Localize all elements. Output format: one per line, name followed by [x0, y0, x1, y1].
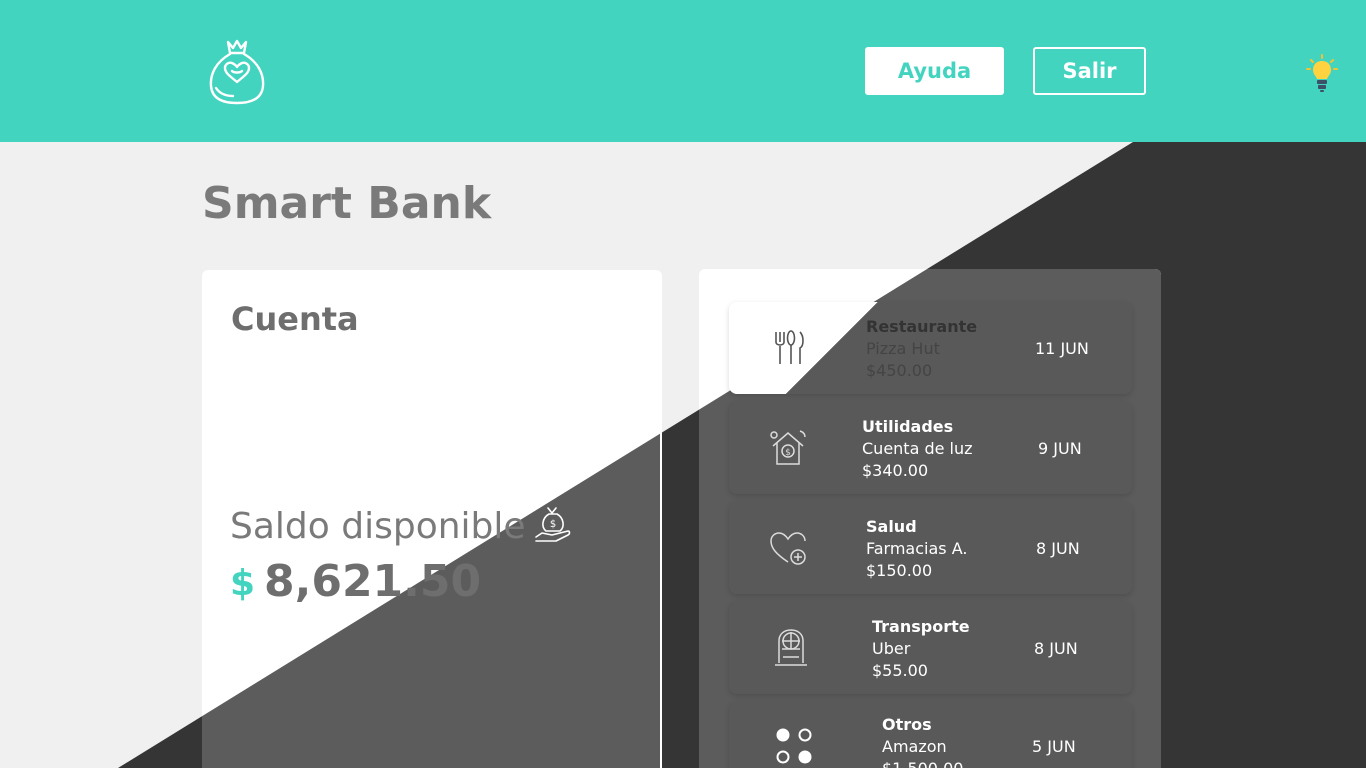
transaction-item[interactable]: Transporte Uber $55.00 8 JUN [729, 602, 1132, 694]
heart-plus-icon [770, 532, 806, 565]
utensils-icon [775, 330, 804, 364]
balance-label: Saldo disponible [230, 506, 526, 547]
transaction-category: Utilidades [862, 417, 954, 436]
transaction-amount: $450.00 [866, 361, 933, 380]
page-title: Smart Bank [202, 178, 492, 229]
transaction-category: Otros [882, 715, 932, 734]
transaction-category: Transporte [872, 617, 970, 636]
transaction-merchant: Farmacias A. [866, 539, 968, 558]
transaction-item[interactable]: Restaurante Pizza Hut $450.00 11 JUN [729, 302, 1132, 394]
money-bag-heart-icon[interactable] [206, 38, 268, 106]
transaction-item[interactable]: Salud Farmacias A. $150.00 8 JUN [729, 502, 1132, 594]
transaction-item[interactable]: Otros Amazon $1,500.00 5 JUN [729, 702, 1132, 768]
currency-symbol: $ [230, 563, 256, 604]
svg-text:$: $ [550, 519, 556, 530]
help-button[interactable]: Ayuda [865, 47, 1004, 95]
transaction-amount: $55.00 [872, 661, 928, 680]
transaction-date: 8 JUN [1034, 639, 1078, 658]
lightbulb-icon[interactable] [1306, 54, 1338, 94]
train-icon [775, 629, 807, 666]
transaction-merchant: Cuenta de luz [862, 439, 973, 458]
transaction-date: 11 JUN [1035, 339, 1089, 358]
transaction-date: 8 JUN [1036, 539, 1080, 558]
transaction-date: 5 JUN [1032, 737, 1076, 756]
house-dollar-icon: $ [770, 430, 806, 465]
money-bag-hand-icon: $ [535, 507, 571, 542]
transaction-merchant: Pizza Hut [866, 339, 940, 358]
transaction-amount: $150.00 [866, 561, 933, 580]
transaction-category: Restaurante [866, 317, 978, 336]
dots-icon [776, 728, 812, 764]
transaction-merchant: Amazon [882, 737, 947, 756]
logout-button[interactable]: Salir [1033, 47, 1146, 95]
account-heading: Cuenta [231, 300, 359, 338]
transaction-category: Salud [866, 517, 917, 536]
transaction-merchant: Uber [872, 639, 911, 658]
transaction-amount: $340.00 [862, 461, 929, 480]
app-header: Ayuda Salir [0, 0, 1366, 142]
transaction-date: 9 JUN [1038, 439, 1082, 458]
transaction-item[interactable]: $ Utilidades Cuenta de luz $340.00 9 JUN [729, 402, 1132, 494]
balance-amount: 8,621.50 [264, 556, 482, 607]
svg-text:$: $ [785, 448, 791, 458]
transaction-amount: $1,500.00 [882, 759, 963, 768]
